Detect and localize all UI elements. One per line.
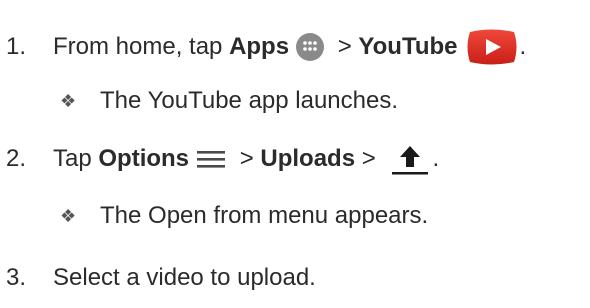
step-2: 2. Tap Options > Uploads > . [0, 140, 439, 178]
step-1-result: ❖ The YouTube app launches. [60, 86, 398, 116]
step-2-separator-2: > [355, 145, 383, 172]
step-3: 3. Select a video to upload. [0, 263, 316, 293]
step-1-separator: > [331, 33, 359, 60]
step-1-prefix: From home, tap [53, 33, 230, 60]
menu-icon [195, 148, 227, 170]
apps-label: Apps [229, 33, 290, 60]
step-2-result-text: The Open from menu appears. [100, 202, 429, 229]
options-label: Options [98, 145, 190, 172]
bullet-icon: ❖ [60, 91, 77, 111]
step-1-number: 1. [6, 33, 27, 60]
bullet-icon: ❖ [60, 206, 77, 226]
step-2-number: 2. [6, 145, 27, 172]
step-1: 1. From home, tap Apps > YouTube . [0, 28, 526, 66]
upload-icon [388, 140, 432, 178]
step-2-result: ❖ The Open from menu appears. [60, 201, 428, 231]
step-2-separator-1: > [233, 145, 261, 172]
step-3-number: 3. [6, 264, 27, 291]
apps-grid-icon [295, 32, 325, 62]
step-2-prefix: Tap [53, 145, 99, 172]
youtube-label: YouTube [358, 33, 458, 60]
uploads-label: Uploads [260, 145, 356, 172]
step-1-suffix: . [519, 33, 527, 60]
step-3-text: Select a video to upload. [53, 264, 316, 291]
youtube-icon [464, 28, 520, 66]
step-2-suffix: . [432, 145, 440, 172]
step-1-result-text: The YouTube app launches. [100, 87, 399, 114]
